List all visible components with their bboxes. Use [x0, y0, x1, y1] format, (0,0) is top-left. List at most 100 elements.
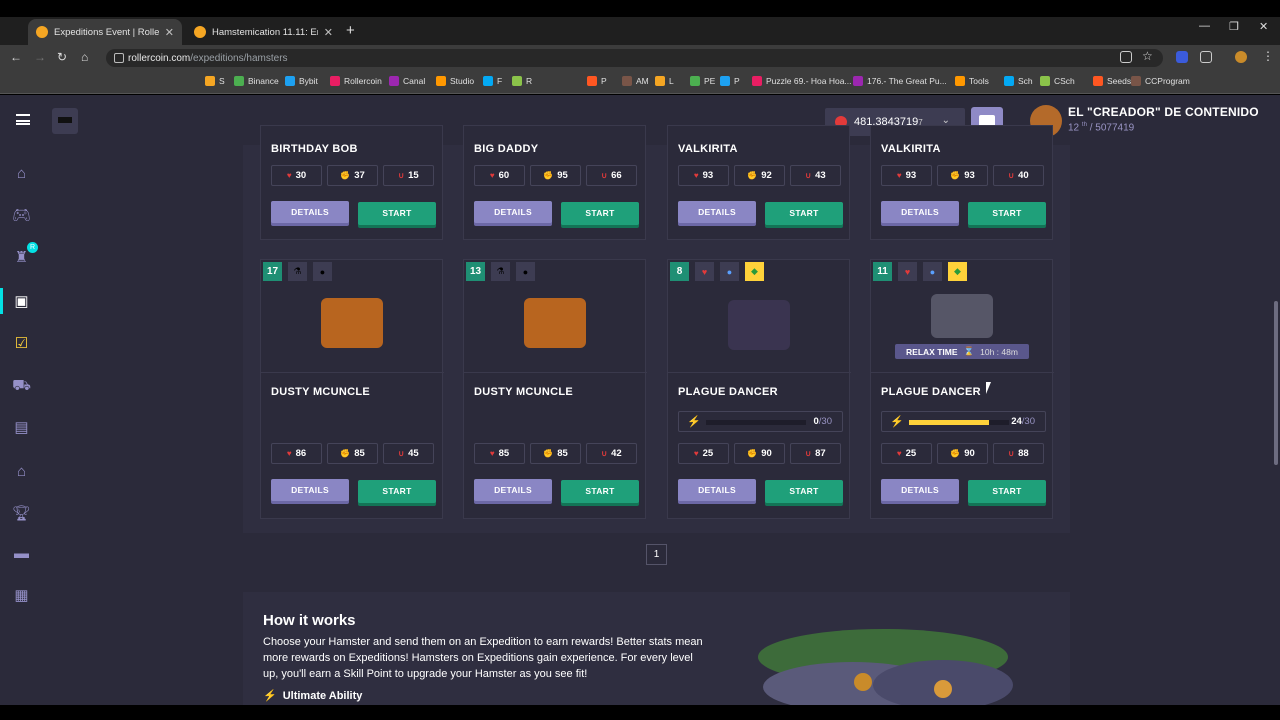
details-button[interactable]: DETAILS — [271, 201, 349, 223]
install-app-icon[interactable] — [1120, 51, 1132, 63]
hamster-name: VALKIRITA — [881, 143, 941, 155]
energy-progress: ⚡ 24/30 — [881, 411, 1046, 432]
start-button[interactable]: START — [765, 480, 843, 503]
close-tab-icon[interactable]: ✕ — [324, 26, 333, 39]
energy-max: /30 — [1021, 416, 1035, 427]
bookmark-item[interactable]: P — [587, 76, 607, 86]
start-button[interactable]: START — [765, 202, 843, 225]
site-info-icon[interactable] — [114, 53, 124, 63]
start-button[interactable]: START — [561, 202, 639, 225]
bookmark-item[interactable]: PE — [690, 76, 715, 86]
fist-icon: ✊ — [340, 171, 351, 180]
news-icon[interactable]: ▦ — [12, 587, 31, 604]
stat-value: 93 — [702, 170, 714, 181]
bookmark-item[interactable]: Bybit — [285, 76, 318, 86]
pagination-page[interactable]: 1 — [646, 544, 667, 565]
hourglass-icon: ⌛ — [963, 346, 975, 356]
bookmark-item[interactable]: Canal — [389, 76, 425, 86]
new-tab-icon[interactable]: + — [346, 22, 355, 39]
forward-icon[interactable]: → — [34, 50, 46, 64]
trophy-icon[interactable]: 🏆︎ — [12, 505, 31, 522]
heart-icon: ♥ — [489, 171, 495, 180]
bookmark-item[interactable]: Studio — [436, 76, 474, 86]
maximize-icon[interactable]: ❐ — [1229, 20, 1239, 33]
details-button[interactable]: DETAILS — [881, 479, 959, 501]
details-button[interactable]: DETAILS — [678, 201, 756, 223]
details-button[interactable]: DETAILS — [271, 479, 349, 501]
hamster-stats: ♥ 85 ✊ 85 ∪ 42 — [474, 443, 637, 464]
bookmark-item[interactable]: Tools — [955, 76, 989, 86]
start-button[interactable]: START — [968, 480, 1046, 503]
heart-icon: ♥ — [286, 449, 292, 458]
rollercoin-logo[interactable] — [52, 108, 78, 134]
stat-value: 43 — [815, 170, 826, 181]
leaderboard-icon[interactable]: ▬ — [12, 545, 31, 562]
details-button[interactable]: DETAILS — [881, 201, 959, 223]
page-scrollbar[interactable] — [1272, 95, 1280, 705]
expeditions-icon[interactable]: ▣ — [12, 293, 31, 310]
browser-tab-strip: Expeditions Event | RollerCoin ✕ Hamstem… — [0, 17, 1280, 45]
storage-icon[interactable]: ▤ — [12, 419, 31, 436]
bookmark-item[interactable]: Binance — [234, 76, 279, 86]
bookmark-item[interactable]: S — [205, 76, 225, 86]
ability-label: Ultimate Ability — [282, 690, 363, 702]
bookmark-item[interactable]: CCProgram — [1131, 76, 1190, 86]
bookmark-star-icon[interactable]: ☆ — [1142, 49, 1153, 63]
bookmark-item[interactable]: R — [512, 76, 532, 86]
home-icon[interactable]: ⌂ — [81, 50, 88, 64]
details-button[interactable]: DETAILS — [474, 479, 552, 501]
start-button[interactable]: START — [561, 480, 639, 503]
extension-icon[interactable] — [1176, 51, 1188, 63]
stat-value: 30 — [295, 170, 307, 181]
stat-value: 93 — [964, 170, 975, 181]
start-button[interactable]: START — [358, 480, 436, 503]
bookmark-item[interactable]: AM — [622, 76, 649, 86]
bookmark-favicon-icon — [1040, 76, 1050, 86]
potion-icon: ⚗ — [288, 262, 307, 281]
bookmark-item[interactable]: L — [655, 76, 674, 86]
hamster-card: VALKIRITA ♥ 93 ✊ 93 ∪ 40 DETAILS START — [870, 125, 1053, 240]
hamster-cowboy-image — [524, 298, 586, 348]
bookmark-item[interactable]: P — [720, 76, 740, 86]
close-tab-icon[interactable]: ✕ — [165, 26, 174, 39]
scrollbar-thumb[interactable] — [1274, 301, 1278, 465]
bookmark-item[interactable]: 176.- The Great Pu... — [853, 76, 947, 86]
shop-icon[interactable]: ⌂ — [12, 463, 31, 480]
home-icon[interactable]: ⌂ — [12, 165, 31, 182]
bookmark-item[interactable]: Puzzle 69.- Hoa Hoa... — [752, 76, 852, 86]
how-it-works-section: How it works Choose your Hamster and sen… — [243, 592, 1070, 705]
stat-value: 25 — [905, 448, 917, 459]
minimize-icon[interactable]: — — [1199, 20, 1210, 32]
gamepad-icon[interactable]: 🎮︎ — [12, 207, 31, 224]
user-name[interactable]: EL "CREADOR" DE CONTENIDO — [1068, 105, 1259, 119]
bookmark-item[interactable]: CSch — [1040, 76, 1075, 86]
bookmark-item[interactable]: F — [483, 76, 502, 86]
url-field[interactable]: rollercoin.com/expeditions/hamsters — [106, 49, 1163, 67]
details-button[interactable]: DETAILS — [678, 479, 756, 501]
bookmark-item[interactable]: Sch — [1004, 76, 1033, 86]
tab-expeditions[interactable]: Expeditions Event | RollerCoin ✕ — [28, 19, 182, 45]
bookmark-item[interactable]: Rollercoin — [330, 76, 382, 86]
fist-icon: ✊ — [747, 171, 758, 180]
hamster-stats: ♥ 93 ✊ 92 ∪ 43 — [678, 165, 841, 186]
relax-time-value: 10h : 48m — [980, 346, 1018, 357]
reload-icon[interactable]: ↻ — [57, 50, 67, 64]
tasks-icon[interactable]: ☑ — [12, 335, 31, 352]
details-button[interactable]: DETAILS — [474, 201, 552, 223]
close-window-icon[interactable]: ✕ — [1259, 20, 1268, 33]
extensions-puzzle-icon[interactable] — [1200, 51, 1212, 63]
browser-menu-icon[interactable]: ⋮ — [1262, 49, 1274, 63]
start-button[interactable]: START — [968, 202, 1046, 225]
profile-avatar-icon[interactable] — [1235, 51, 1247, 63]
bookmark-item[interactable]: Seeds — [1093, 76, 1131, 86]
marketplace-cart-icon[interactable]: ⛟ — [12, 377, 31, 394]
energy-max: /30 — [818, 416, 832, 427]
tab-hamstemication[interactable]: Hamstemication 11.11: Enter Th ✕ — [186, 19, 341, 45]
hamster-stats: ♥ 86 ✊ 85 ∪ 45 — [271, 443, 434, 464]
back-icon[interactable]: ← — [10, 50, 22, 64]
stat-health: ♥ 85 — [474, 443, 525, 464]
menu-burger-icon[interactable] — [16, 114, 30, 125]
start-button[interactable]: START — [358, 202, 436, 225]
heart-icon: ♥ — [896, 171, 902, 180]
heart-icon: ♥ — [695, 262, 714, 281]
